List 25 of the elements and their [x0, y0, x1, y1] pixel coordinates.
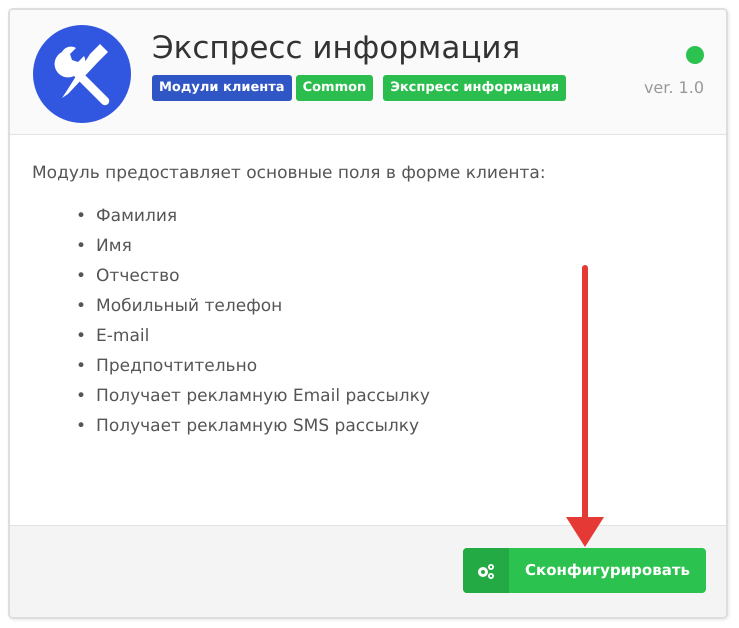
tag-label: Модули клиента — [152, 75, 292, 101]
configure-button[interactable]: Сконфигурировать — [463, 548, 706, 593]
bullet: • — [76, 264, 86, 288]
bullet: • — [76, 294, 86, 318]
field-item: Имя — [96, 234, 132, 258]
tag-label: Экспресс информация — [383, 75, 566, 101]
module-title: Экспресс информация — [152, 30, 520, 68]
bullet: • — [76, 414, 86, 438]
bullet: • — [76, 354, 86, 378]
description-text: Модуль предоставляет основные поля в форме клиента: — [32, 162, 547, 185]
field-item: Фамилия — [96, 204, 178, 228]
version-label: ver. 1.0 — [644, 76, 704, 99]
field-item: E-mail — [96, 324, 150, 348]
field-item: Отчество — [96, 264, 180, 288]
bullet: • — [76, 324, 86, 348]
gears-icon — [476, 562, 496, 580]
tools-icon — [32, 24, 132, 124]
bullet: • — [76, 384, 86, 408]
field-item: Получает рекламную Email рассылку — [96, 384, 430, 408]
bullet: • — [76, 234, 86, 258]
field-item: Предпочтительно — [96, 354, 258, 378]
field-item: Мобильный телефон — [96, 294, 282, 318]
bullet: • — [76, 204, 86, 228]
field-item: Получает рекламную SMS рассылку — [96, 414, 420, 438]
tag-label: Common — [296, 75, 374, 101]
